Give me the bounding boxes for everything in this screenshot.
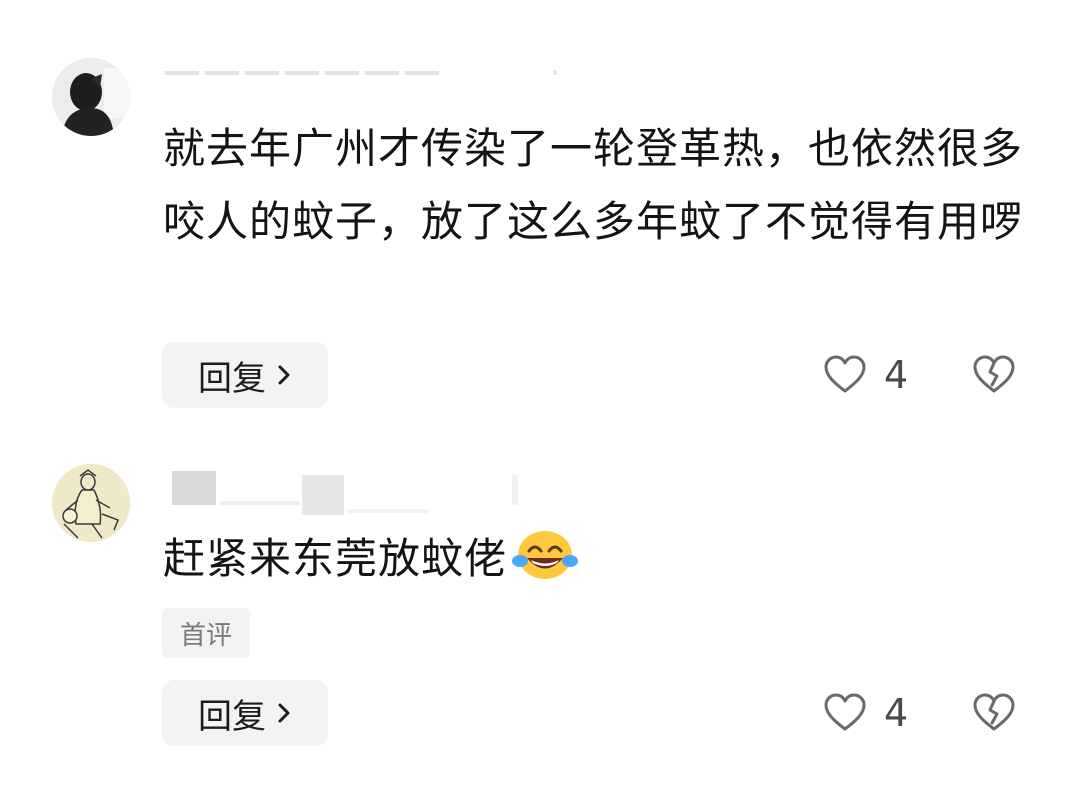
like-count: 4 [884,353,909,397]
user-silhouette-icon [52,58,130,136]
face-with-tears-of-joy-icon [511,527,579,603]
heart-icon[interactable] [823,353,867,397]
reply-button[interactable]: 回复 [162,680,328,746]
chevron-right-icon [276,363,292,387]
comment-actions: 4 [820,680,1030,746]
reply-label: 回复 [198,358,266,399]
comment-item: 赶紧来东莞放蚊佬 首评 回复 4 [0,440,1080,790]
reply-button[interactable]: 回复 [162,342,328,408]
comment-actions: 4 [820,342,1030,408]
avatar[interactable] [52,58,130,136]
comment-text-content: 赶紧来东莞放蚊佬 [163,534,508,583]
username-redacted [172,471,522,519]
broken-heart-icon[interactable] [972,691,1016,735]
illustrated-figure-avatar-icon [52,464,130,542]
avatar[interactable] [52,464,130,542]
comment-text: 就去年广州才传染了一轮登革热，也依然很多咬人的蚊子，放了这么多年蚊了不觉得有用啰 [163,124,1024,246]
broken-heart-icon[interactable] [972,353,1016,397]
heart-icon[interactable] [823,691,867,735]
first-comment-badge: 首评 [162,608,250,658]
reply-label: 回复 [198,696,266,737]
username-redacted [165,63,560,75]
comment-item: 就去年广州才传染了一轮登革热，也依然很多咬人的蚊子，放了这么多年蚊了不觉得有用啰… [0,0,1080,430]
comment-text: 赶紧来东莞放蚊佬 [163,522,1023,603]
chevron-right-icon [276,701,292,725]
like-count: 4 [884,691,909,735]
